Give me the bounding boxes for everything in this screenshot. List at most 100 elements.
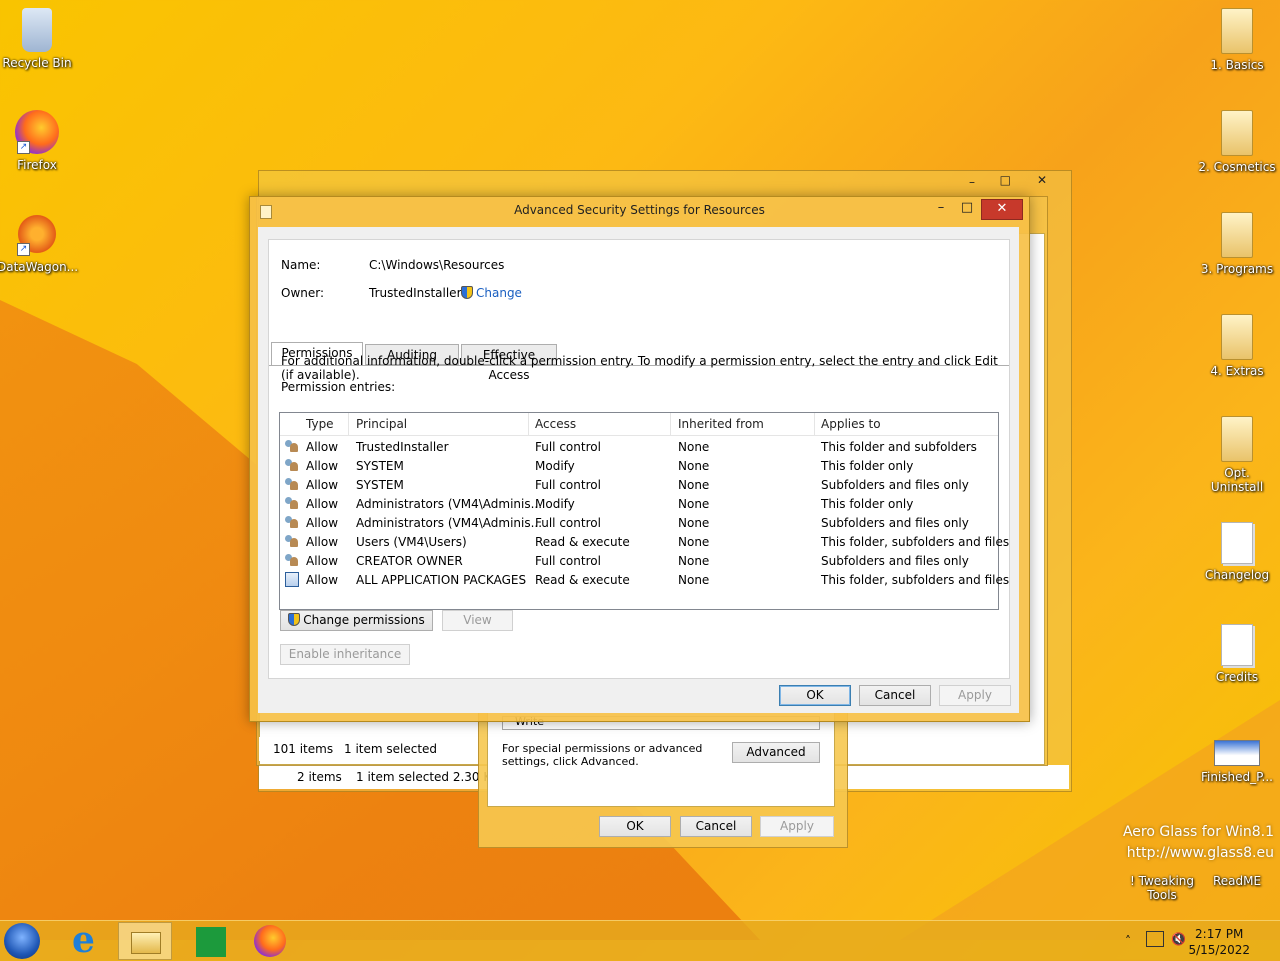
folder-icon — [1221, 416, 1253, 462]
network-icon[interactable] — [1146, 931, 1164, 947]
desktop-icon-finished[interactable]: Finished_P... — [1197, 740, 1277, 784]
ok-button[interactable]: OK — [779, 685, 851, 706]
desktop-icon-cosmetics[interactable]: 2. Cosmetics — [1197, 110, 1277, 174]
properties-dialog[interactable]: Write For special permissions or advance… — [478, 700, 848, 848]
table-row[interactable]: Allow SYSTEM Full control None Subfolder… — [280, 475, 998, 494]
cancel-button[interactable]: Cancel — [680, 816, 752, 837]
cell-applies: Subfolders and files only — [821, 554, 969, 568]
desktop-icon-recycle-bin[interactable]: Recycle Bin — [0, 8, 77, 70]
status-items: 101 items — [273, 742, 334, 756]
cell-principal: CREATOR OWNER — [356, 554, 463, 568]
dialog-client: Name: C:\Windows\Resources Owner: Truste… — [258, 227, 1019, 713]
column-divider — [348, 413, 349, 435]
desktop-icon-opt-uninstall[interactable]: Opt. Uninstall — [1197, 416, 1277, 494]
desktop-icon-extras[interactable]: 4. Extras — [1197, 314, 1277, 378]
volume-muted-icon[interactable]: 🔇 — [1171, 932, 1186, 946]
clock-time: 2:17 PM — [1195, 927, 1244, 941]
desktop-icon-credits[interactable]: Credits — [1197, 624, 1277, 684]
cell-applies: This folder and subfolders — [821, 440, 977, 454]
store-icon[interactable] — [190, 923, 238, 959]
ok-button[interactable]: OK — [599, 816, 671, 837]
image-file-icon — [1214, 740, 1260, 766]
cancel-button[interactable]: Cancel — [859, 685, 931, 706]
file-explorer-icon[interactable] — [118, 922, 172, 960]
close-icon[interactable]: ✕ — [981, 199, 1023, 220]
status-items: 2 items — [297, 770, 342, 784]
desktop-icon-label: DataWagon... — [0, 260, 79, 274]
table-row[interactable]: Allow Administrators (VM4\Adminis... Ful… — [280, 513, 998, 532]
cell-type: Allow — [306, 478, 339, 492]
desktop-icon-tweaking-tools[interactable]: ! Tweaking Tools — [1122, 874, 1202, 902]
change-permissions-button[interactable]: Change permissions — [280, 610, 433, 631]
name-value: C:\Windows\Resources — [369, 258, 505, 272]
firefox-icon[interactable] — [248, 923, 296, 959]
advanced-security-dialog[interactable]: Advanced Security Settings for Resources… — [249, 196, 1030, 722]
user-group-icon — [285, 553, 299, 567]
apply-button[interactable]: Apply — [939, 685, 1011, 706]
show-hidden-icons-chevron-icon[interactable]: ˄ — [1125, 934, 1131, 948]
desktop-icon-datawagon[interactable]: ↗ DataWagon... — [0, 212, 79, 274]
change-owner-link[interactable]: Change — [461, 286, 522, 300]
cell-applies: This folder only — [821, 497, 914, 511]
taskbar: ˄ 🔇 2:17 PM 5/15/2022 — [0, 919, 1280, 961]
watermark: Aero Glass for Win8.1 http://www.glass8.… — [1123, 822, 1274, 864]
close-icon[interactable]: ✕ — [1037, 173, 1047, 187]
clock[interactable]: 2:17 PM 5/15/2022 — [1188, 926, 1250, 958]
table-row[interactable]: Allow SYSTEM Modify None This folder onl… — [280, 456, 998, 475]
user-group-icon — [285, 515, 299, 529]
table-row[interactable]: Allow TrustedInstaller Full control None… — [280, 437, 998, 456]
desktop-icon-label: 4. Extras — [1210, 364, 1264, 378]
cell-inherited: None — [678, 554, 710, 568]
permission-entries-table[interactable]: Type Principal Access Inherited from App… — [279, 412, 1009, 610]
column-divider — [814, 413, 815, 435]
column-inherited-from[interactable]: Inherited from — [678, 417, 764, 431]
desktop-icon-basics[interactable]: 1. Basics — [1197, 8, 1277, 72]
desktop-icon-label: Recycle Bin — [2, 56, 72, 70]
cell-access: Read & execute — [535, 535, 630, 549]
desktop-icon-label: Credits — [1215, 670, 1259, 684]
cell-principal: Administrators (VM4\Adminis... — [356, 516, 543, 530]
internet-explorer-icon[interactable] — [62, 919, 110, 961]
minimize-icon[interactable]: – — [969, 175, 975, 189]
info-text: For additional information, double-click… — [281, 354, 998, 382]
user-group-icon — [285, 534, 299, 548]
maximize-icon[interactable]: □ — [1000, 173, 1011, 187]
apply-button[interactable]: Apply — [760, 816, 834, 837]
minimize-icon[interactable]: – — [929, 199, 953, 218]
owner-value: TrustedInstaller — [369, 286, 462, 300]
desktop-icon-label: 2. Cosmetics — [1198, 160, 1276, 174]
cell-access: Full control — [535, 478, 601, 492]
desktop-icon-programs[interactable]: 3. Programs — [1197, 212, 1277, 276]
watermark-line: http://www.glass8.eu — [1126, 845, 1274, 861]
clock-date: 5/15/2022 — [1188, 943, 1250, 957]
column-access[interactable]: Access — [535, 417, 576, 431]
table-row[interactable]: Allow ALL APPLICATION PACKAGES Read & ex… — [280, 570, 1009, 589]
desktop-icon-firefox[interactable]: ↗ Firefox — [0, 110, 77, 172]
folder-icon — [1221, 314, 1253, 360]
column-type[interactable]: Type — [306, 417, 334, 431]
table-row[interactable]: Allow Administrators (VM4\Adminis... Mod… — [280, 494, 998, 513]
advanced-button[interactable]: Advanced — [732, 742, 820, 763]
firefox-icon: ↗ — [15, 110, 59, 154]
desktop-icon-label: Opt. Uninstall — [1210, 466, 1264, 494]
enable-inheritance-button[interactable]: Enable inheritance — [280, 644, 410, 665]
status-selected: 1 item selected 2.30 K — [356, 770, 492, 784]
start-button[interactable] — [4, 923, 40, 959]
uac-shield-icon — [461, 286, 473, 299]
desktop-icon-label: 1. Basics — [1210, 58, 1264, 72]
column-principal[interactable]: Principal — [356, 417, 407, 431]
desktop-icon-changelog[interactable]: Changelog — [1197, 522, 1277, 582]
shortcut-arrow-icon: ↗ — [17, 243, 30, 256]
desktop-icon-readme[interactable]: ReadME — [1197, 874, 1277, 888]
cell-access: Modify — [535, 497, 575, 511]
table-row[interactable]: Allow Users (VM4\Users) Read & execute N… — [280, 532, 1009, 551]
cell-type: Allow — [306, 554, 339, 568]
cell-applies: This folder, subfolders and files — [821, 535, 1010, 549]
user-group-icon — [285, 439, 299, 453]
maximize-icon[interactable]: □ — [955, 199, 979, 218]
column-applies-to[interactable]: Applies to — [821, 417, 881, 431]
view-button[interactable]: View — [442, 610, 513, 631]
cell-type: Allow — [306, 516, 339, 530]
table-row[interactable]: Allow CREATOR OWNER Full control None Su… — [280, 551, 998, 570]
name-label: Name: — [281, 258, 321, 272]
